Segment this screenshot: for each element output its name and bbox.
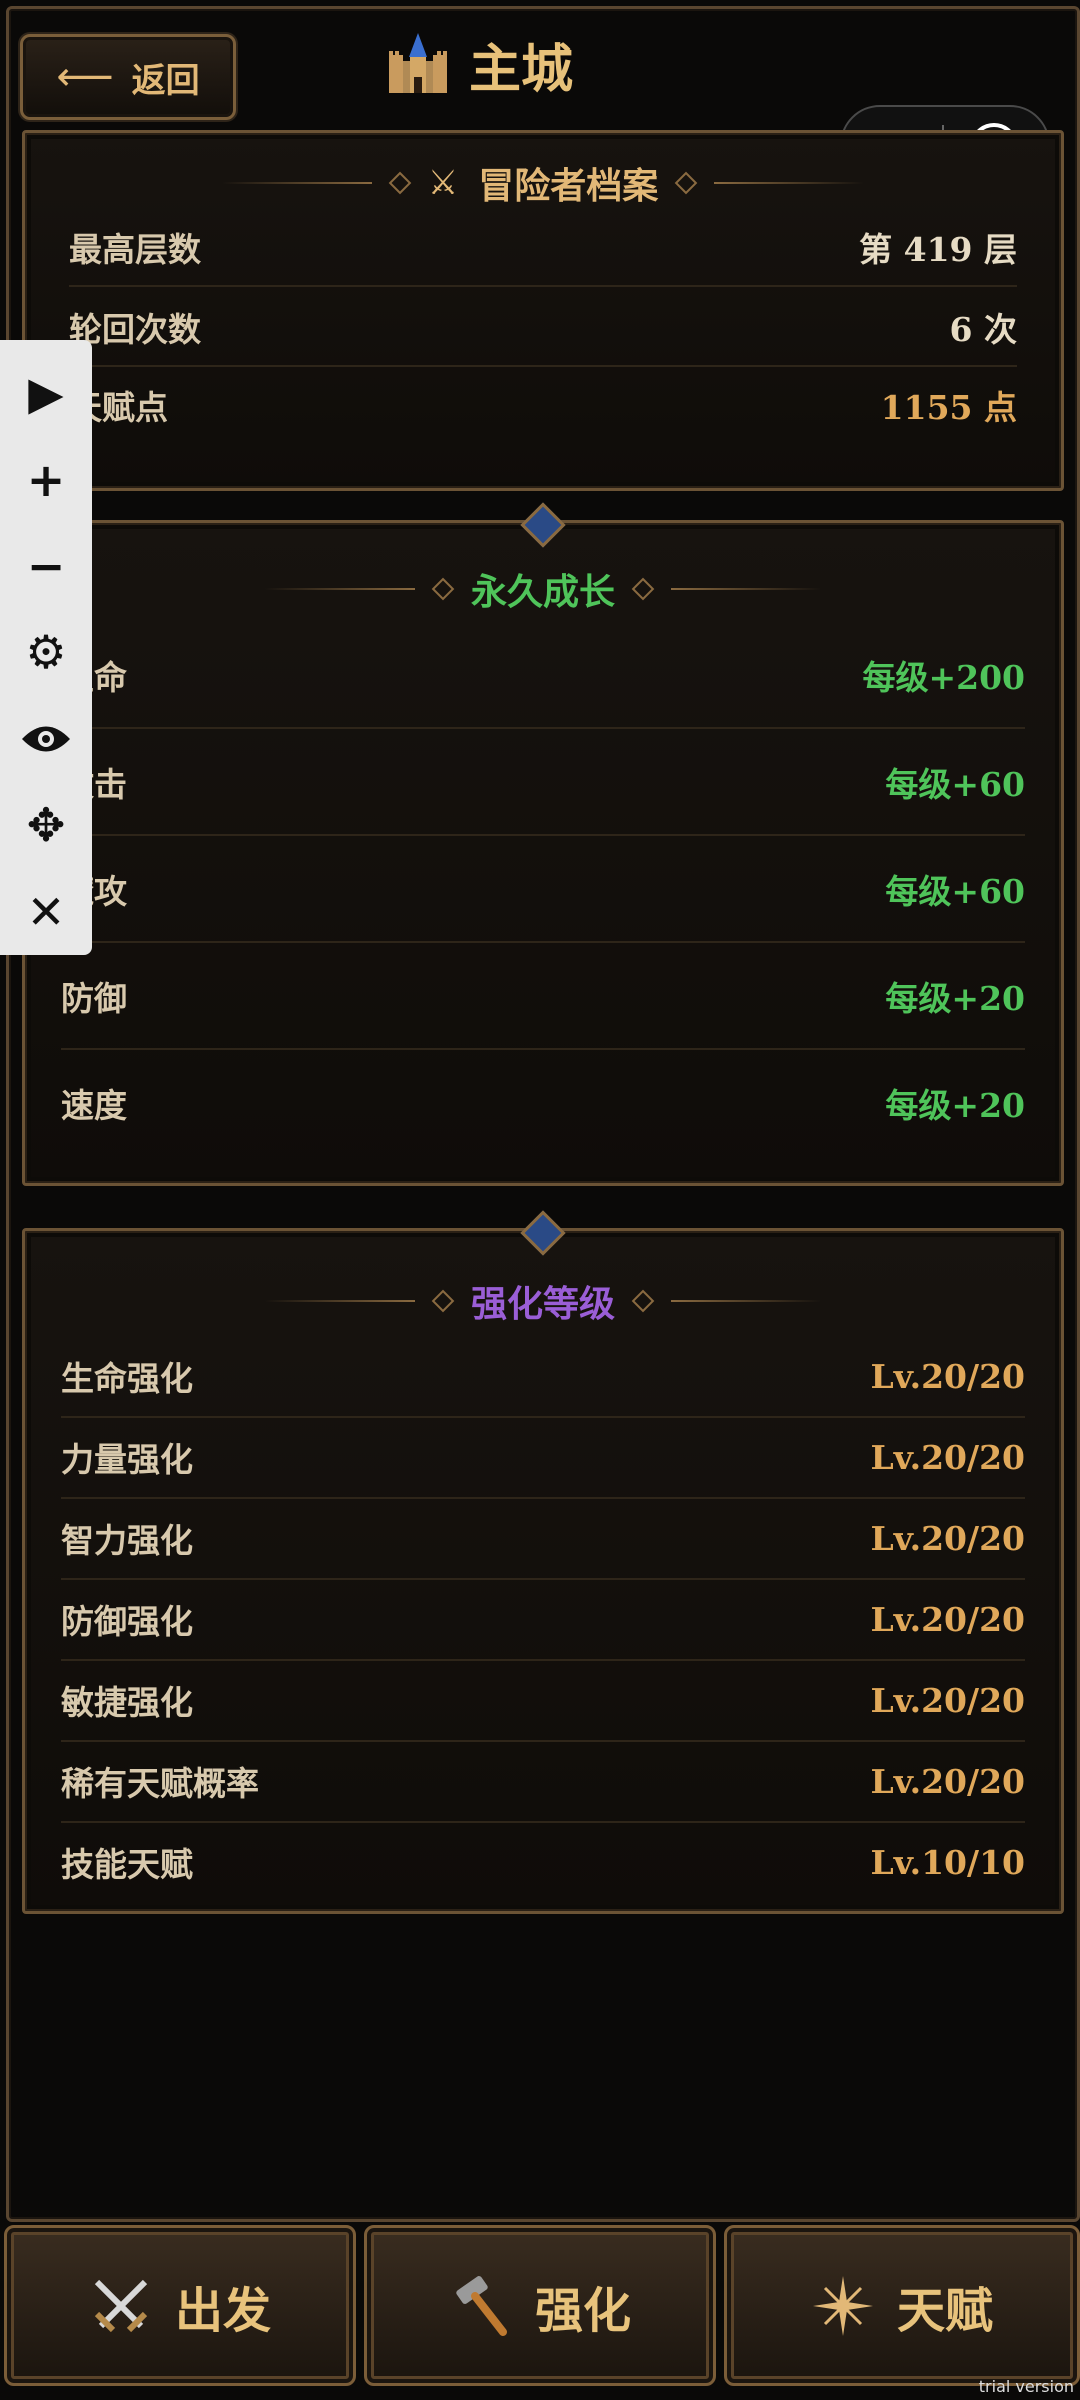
ornament-gem: [631, 1289, 655, 1313]
enhance-title: 强化等级: [470, 1283, 615, 1325]
castle-icon: [389, 33, 447, 93]
row-label: 技能天赋: [61, 1845, 193, 1884]
growth-row-defense: 防御 每级+20: [61, 944, 1025, 1050]
row-value: Lv.20/20: [870, 1356, 1025, 1396]
profile-title: 冒险者档案: [478, 165, 659, 207]
top-bar: ⟵ 返回 主城: [0, 0, 1080, 120]
settings-button[interactable]: ⚙: [0, 609, 92, 695]
ornament-gem: [631, 577, 655, 601]
watermark: trial version: [978, 2377, 1074, 2396]
move-icon: ✥: [26, 798, 66, 853]
row-label: 速度: [61, 1086, 127, 1125]
row-label: 生命强化: [61, 1359, 193, 1398]
ornament-gem: [388, 171, 412, 195]
ornament-line: [221, 182, 372, 184]
growth-row-attack: 攻击 每级+60: [61, 730, 1025, 836]
enhance-row-rare-talent: 稀有天赋概率 Lv.20/20: [61, 1741, 1025, 1823]
nav-talent-button[interactable]: 天赋: [724, 2225, 1080, 2386]
crossed-swords-icon: [94, 2279, 148, 2332]
arrow-left-icon: ⟵: [56, 54, 114, 100]
move-button[interactable]: ✥: [0, 782, 92, 868]
ornament-line: [264, 588, 415, 590]
profile-panel: ⚔ 冒险者档案 最高层数 第 419 层 轮回次数 6 次 天赋点 1155 点: [22, 130, 1064, 491]
play-icon: ▶: [28, 366, 64, 421]
row-value: 每级+60: [885, 872, 1025, 911]
row-label: 敏捷强化: [61, 1683, 193, 1722]
row-value: Lv.20/20: [870, 1761, 1025, 1801]
profile-header: ⚔ 冒险者档案: [25, 157, 1061, 209]
nav-enhance-button[interactable]: 强化: [364, 2225, 716, 2386]
row-value: 每级+200: [862, 658, 1025, 697]
row-value: 1155 点: [880, 388, 1017, 427]
row-value: 6 次: [949, 310, 1017, 349]
close-icon: ✕: [26, 884, 66, 939]
page-title: 主城: [469, 38, 574, 100]
row-label: 最高层数: [69, 230, 201, 269]
play-button[interactable]: ▶: [0, 350, 92, 436]
growth-title: 永久成长: [470, 571, 615, 613]
eye-icon: [22, 726, 70, 752]
growth-row-magic-attack: 魔攻 每级+60: [61, 837, 1025, 943]
enhance-header: 强化等级: [25, 1275, 1061, 1327]
enhance-row-intellect: 智力强化 Lv.20/20: [61, 1498, 1025, 1580]
plus-icon: +: [26, 452, 66, 507]
enhance-row-skill-talent: 技能天赋 Lv.10/10: [61, 1822, 1025, 1902]
row-label: 防御强化: [61, 1602, 193, 1641]
row-value: Lv.20/20: [870, 1599, 1025, 1639]
back-label: 返回: [131, 60, 200, 101]
growth-row-speed: 速度 每级+20: [61, 1051, 1025, 1155]
minus-icon: −: [26, 539, 66, 594]
growth-panel: 永久成长 生命 每级+200 攻击 每级+60 魔攻 每级+60 防御 每级+2…: [22, 502, 1064, 1186]
enhance-row-agility: 敏捷强化 Lv.20/20: [61, 1660, 1025, 1742]
row-value: Lv.20/20: [870, 1437, 1025, 1477]
row-value: 每级+20: [885, 1086, 1025, 1125]
profile-row-max-floor: 最高层数 第 419 层: [69, 209, 1017, 287]
enhance-row-strength: 力量强化 Lv.20/20: [61, 1417, 1025, 1499]
enhance-row-hp: 生命强化 Lv.20/20: [61, 1336, 1025, 1418]
enhance-panel: 强化等级 生命强化 Lv.20/20 力量强化 Lv.20/20 智力强化 Lv…: [22, 1210, 1064, 1914]
ornament-line: [264, 1300, 415, 1302]
back-button[interactable]: ⟵ 返回: [20, 34, 236, 120]
row-label: 智力强化: [61, 1521, 193, 1560]
enhance-row-defense: 防御强化 Lv.20/20: [61, 1579, 1025, 1661]
ornament-line: [671, 1300, 821, 1302]
zoom-in-button[interactable]: +: [0, 436, 92, 522]
row-value: Lv.20/20: [870, 1680, 1025, 1720]
row-value: 第 419 层: [859, 230, 1017, 269]
crossed-swords-icon: ⚔: [427, 163, 459, 203]
view-button[interactable]: [0, 696, 92, 782]
row-label: 防御: [61, 979, 127, 1018]
growth-row-hp: 生命 每级+200: [61, 623, 1025, 729]
ornament-line: [714, 182, 865, 184]
growth-header: 永久成长: [25, 563, 1061, 615]
row-label: 力量强化: [61, 1440, 193, 1479]
row-value: Lv.10/10: [870, 1842, 1025, 1882]
ornament-gem: [431, 1289, 455, 1313]
nav-label: 强化: [534, 2282, 631, 2339]
nav-label: 出发: [174, 2282, 271, 2339]
profile-row-talent-points: 天赋点 1155 点: [69, 369, 1017, 441]
floating-toolbar: ▶ + − ⚙ ✥ ✕: [0, 340, 92, 955]
sparkle-icon: [812, 2275, 873, 2336]
gear-icon: ⚙: [25, 625, 67, 680]
row-label: 稀有天赋概率: [61, 1764, 259, 1803]
hammer-icon: [456, 2275, 507, 2336]
profile-row-rebirth: 轮回次数 6 次: [69, 289, 1017, 367]
row-value: Lv.20/20: [870, 1518, 1025, 1558]
ornament-gem: [674, 171, 698, 195]
bottom-nav: 出发 强化 天赋: [0, 2225, 1080, 2400]
row-value: 每级+20: [885, 979, 1025, 1018]
nav-depart-button[interactable]: 出发: [4, 2225, 356, 2386]
nav-label: 天赋: [896, 2282, 993, 2339]
row-value: 每级+60: [885, 765, 1025, 804]
close-toolbar-button[interactable]: ✕: [0, 869, 92, 955]
page-title-group: 主城: [385, 24, 573, 104]
ornament-line: [671, 588, 821, 590]
zoom-out-button[interactable]: −: [0, 523, 92, 609]
ornament-gem: [431, 577, 455, 601]
